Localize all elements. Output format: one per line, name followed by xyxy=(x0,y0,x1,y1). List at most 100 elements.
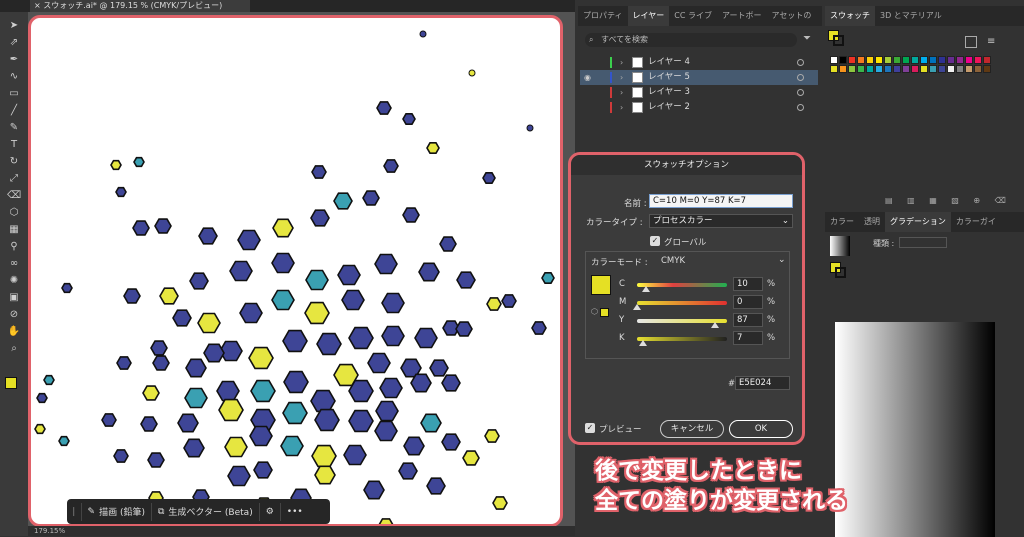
channel-slider-c[interactable] xyxy=(637,283,727,287)
hexagon[interactable] xyxy=(237,229,261,251)
color-mode-value[interactable]: CMYK xyxy=(661,256,685,266)
gradient-tab-2[interactable]: グラデーション xyxy=(885,212,951,232)
rectangle-icon[interactable]: ▭ xyxy=(7,88,21,100)
gradient-swatch[interactable] xyxy=(830,236,850,256)
hexagon[interactable] xyxy=(455,321,473,337)
layers-tab-2[interactable]: CC ライブ xyxy=(669,6,717,26)
hexagon[interactable] xyxy=(374,420,398,442)
hexagon[interactable] xyxy=(305,269,329,291)
hex-field[interactable]: E5E024 xyxy=(735,376,790,390)
hexagon[interactable] xyxy=(402,113,416,125)
hexagon[interactable] xyxy=(311,444,337,468)
hexagon[interactable] xyxy=(147,452,165,468)
channel-slider-m[interactable] xyxy=(637,301,727,305)
hexagon[interactable] xyxy=(159,287,179,305)
hexagon[interactable] xyxy=(381,325,405,347)
swatch[interactable] xyxy=(929,56,937,64)
hexagon[interactable] xyxy=(439,236,457,252)
hexagon[interactable] xyxy=(283,370,309,394)
hexagon[interactable] xyxy=(189,272,209,290)
hexagon[interactable] xyxy=(150,340,168,356)
swatch[interactable] xyxy=(929,65,937,73)
rotate-icon[interactable]: ↻ xyxy=(7,156,21,168)
dot[interactable] xyxy=(468,69,476,77)
hexagon[interactable] xyxy=(376,101,392,115)
chevron-right-icon[interactable]: › xyxy=(620,55,623,70)
swatch[interactable] xyxy=(875,56,883,64)
shape-builder-icon[interactable]: ⬡ xyxy=(7,207,21,219)
layer-row[interactable]: › レイヤー 4 xyxy=(580,55,818,70)
hexagon[interactable] xyxy=(253,461,273,479)
swatch[interactable] xyxy=(965,56,973,64)
channel-value-c[interactable]: 10 xyxy=(733,277,763,291)
global-checkbox[interactable]: ✓ xyxy=(650,236,660,246)
swatch[interactable] xyxy=(920,56,928,64)
hexagon[interactable] xyxy=(224,436,248,458)
blend-icon[interactable]: ∞ xyxy=(7,258,21,270)
hexagon[interactable] xyxy=(184,387,208,409)
swatch[interactable] xyxy=(830,56,838,64)
artboard-icon[interactable]: ▣ xyxy=(7,292,21,304)
swatch[interactable] xyxy=(956,56,964,64)
channel-value-m[interactable]: 0 xyxy=(733,295,763,309)
gradient-tab-3[interactable]: カラーガイ xyxy=(951,212,1001,232)
gradient-icon[interactable]: ▦ xyxy=(7,224,21,236)
chevron-down-icon[interactable]: ⌄ xyxy=(778,255,786,265)
swatch[interactable] xyxy=(848,65,856,73)
chevron-right-icon[interactable]: › xyxy=(620,70,623,85)
hexagon[interactable] xyxy=(218,398,244,422)
hexagon[interactable] xyxy=(362,190,380,206)
swatch[interactable] xyxy=(839,56,847,64)
chevron-right-icon[interactable]: › xyxy=(620,100,623,115)
hexagon[interactable] xyxy=(239,302,263,324)
target-icon[interactable] xyxy=(797,89,804,96)
hexagon[interactable] xyxy=(343,444,367,466)
hexagon[interactable] xyxy=(123,288,141,304)
hexagon[interactable] xyxy=(381,292,405,314)
hexagon[interactable] xyxy=(183,438,205,458)
generative-vector-button[interactable]: ⧉ 生成ベクター (Beta) xyxy=(152,502,260,521)
symbol-sprayer-icon[interactable]: ✺ xyxy=(7,275,21,287)
channel-value-k[interactable]: 7 xyxy=(733,331,763,345)
hexagon[interactable] xyxy=(43,374,55,386)
swatch[interactable] xyxy=(893,56,901,64)
draw-pencil-button[interactable]: ✎ 描画 (鉛筆) xyxy=(82,502,152,521)
hexagon[interactable] xyxy=(198,227,218,245)
grip-handle[interactable]: ❘ xyxy=(67,502,82,521)
swatch[interactable] xyxy=(830,65,838,73)
hexagon[interactable] xyxy=(227,465,251,487)
hexagon[interactable] xyxy=(142,385,160,401)
hexagon[interactable] xyxy=(115,186,127,198)
hexagon[interactable] xyxy=(310,389,336,413)
swatches-tab-0[interactable]: スウォッチ xyxy=(825,6,875,26)
hexagon[interactable] xyxy=(282,329,308,353)
hexagon[interactable] xyxy=(311,165,327,179)
hexagon[interactable] xyxy=(337,264,361,286)
swatch[interactable] xyxy=(893,65,901,73)
fill-stroke-indicator[interactable] xyxy=(828,30,844,46)
swatch[interactable] xyxy=(965,65,973,73)
hexagon[interactable] xyxy=(456,271,476,289)
selection-icon[interactable]: ➤ xyxy=(7,20,21,32)
hexagon[interactable] xyxy=(363,480,385,500)
target-icon[interactable] xyxy=(797,104,804,111)
hexagon[interactable] xyxy=(197,312,221,334)
type-icon[interactable]: T xyxy=(7,139,21,151)
layer-row[interactable]: › レイヤー 2 xyxy=(580,100,818,115)
hexagon[interactable] xyxy=(310,209,330,227)
eyedropper-icon[interactable]: ⚲ xyxy=(7,241,21,253)
layers-tab-3[interactable]: アートボー xyxy=(717,6,767,26)
hexagon[interactable] xyxy=(249,425,273,447)
dot[interactable] xyxy=(526,124,534,132)
hexagon[interactable] xyxy=(462,450,480,466)
hexagon[interactable] xyxy=(133,156,145,168)
hexagon[interactable] xyxy=(541,272,555,285)
hexagon[interactable] xyxy=(379,377,403,399)
hexagon[interactable] xyxy=(304,301,330,325)
channel-value-y[interactable]: 87 xyxy=(733,313,763,327)
preview-checkbox[interactable]: ✓ xyxy=(585,423,595,433)
hexagon[interactable] xyxy=(101,413,117,427)
swatch[interactable] xyxy=(947,65,955,73)
hexagon[interactable] xyxy=(229,260,253,282)
hexagon[interactable] xyxy=(36,392,48,404)
